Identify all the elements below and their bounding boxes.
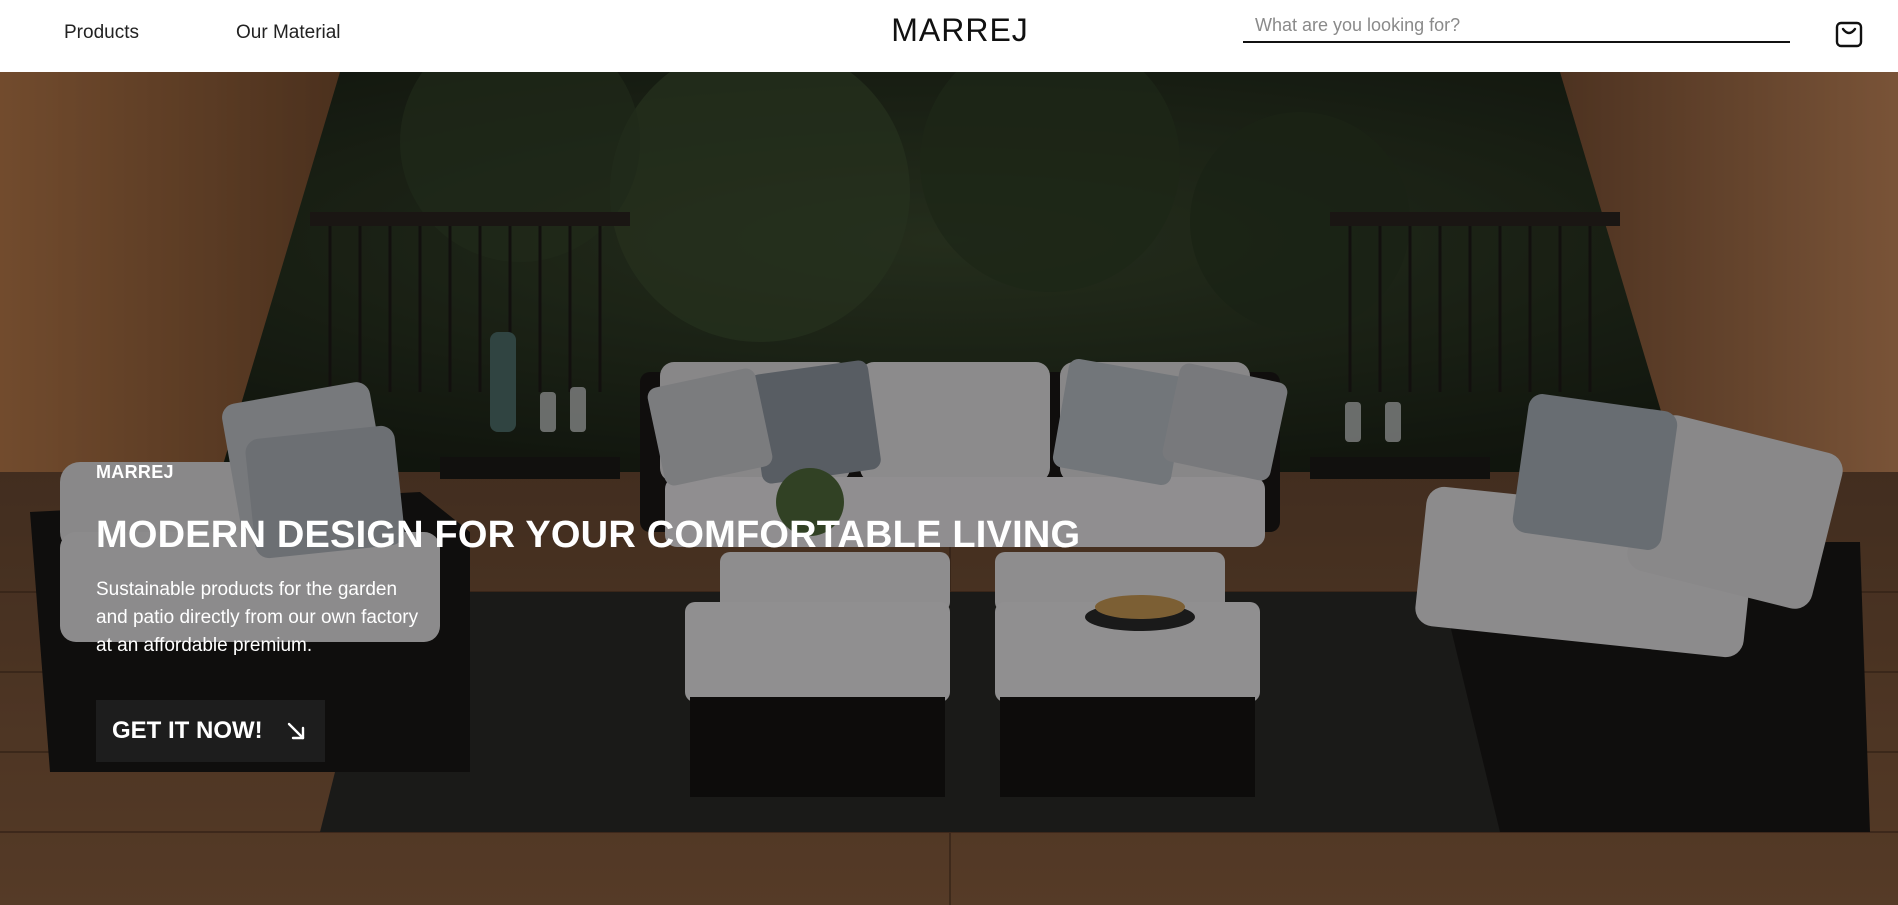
cta-label: GET IT NOW! bbox=[112, 717, 263, 744]
get-it-now-button[interactable]: GET IT NOW! bbox=[96, 700, 325, 762]
brand-logo[interactable]: MARREJ bbox=[891, 12, 1029, 48]
shopping-bag-icon[interactable] bbox=[1832, 16, 1866, 50]
search-input[interactable] bbox=[1243, 10, 1790, 40]
site-header: Products Our Material MARREJ bbox=[0, 0, 1898, 72]
arrow-down-right-icon bbox=[287, 722, 304, 740]
hero-dark-overlay bbox=[0, 72, 1898, 905]
search-bar bbox=[1243, 10, 1790, 43]
hero-headline: MODERN DESIGN FOR YOUR COMFORTABLE LIVIN… bbox=[96, 514, 1081, 556]
hero-eyebrow: MARREJ bbox=[96, 462, 174, 482]
hero-section: MARREJ MODERN DESIGN FOR YOUR COMFORTABL… bbox=[0, 72, 1898, 905]
nav-our-material-link[interactable]: Our Material bbox=[236, 22, 341, 44]
nav-products-link[interactable]: Products bbox=[64, 22, 139, 44]
hero-subtext: Sustainable products for the garden and … bbox=[96, 579, 419, 656]
